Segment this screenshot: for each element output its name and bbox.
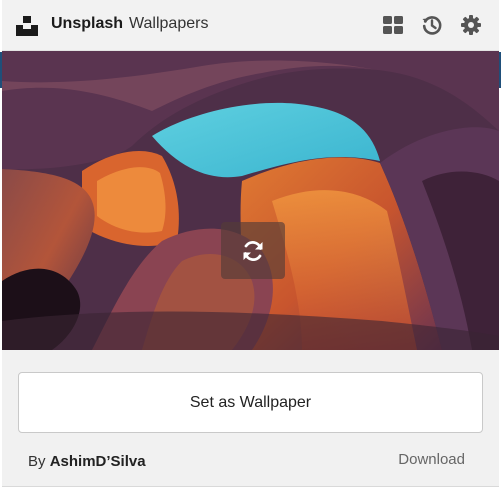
app-title: Unsplash Wallpapers — [51, 15, 208, 33]
popup-window: Unsplash Wallpapers Set as Wallpaper By … — [0, 0, 501, 487]
photo-credit: By AshimD’Silva — [28, 453, 146, 470]
refresh-button[interactable] — [221, 222, 285, 279]
unsplash-logo-icon — [16, 16, 38, 36]
refresh-icon — [243, 241, 263, 261]
download-link[interactable]: Download — [398, 451, 465, 468]
brand-name: Unsplash — [51, 15, 124, 32]
history-icon[interactable] — [421, 14, 443, 36]
header-bar: Unsplash Wallpapers — [2, 0, 499, 51]
settings-gear-icon[interactable] — [460, 14, 482, 36]
author-link[interactable]: AshimD’Silva — [50, 453, 146, 470]
grid-icon[interactable] — [382, 14, 404, 36]
brand-subtitle: Wallpapers — [129, 15, 209, 32]
wallpaper-preview-image — [2, 51, 499, 350]
by-prefix: By — [28, 453, 46, 470]
set-as-wallpaper-button[interactable]: Set as Wallpaper — [18, 372, 483, 433]
footer-panel: Set as Wallpaper By AshimD’Silva Downloa… — [2, 350, 499, 487]
